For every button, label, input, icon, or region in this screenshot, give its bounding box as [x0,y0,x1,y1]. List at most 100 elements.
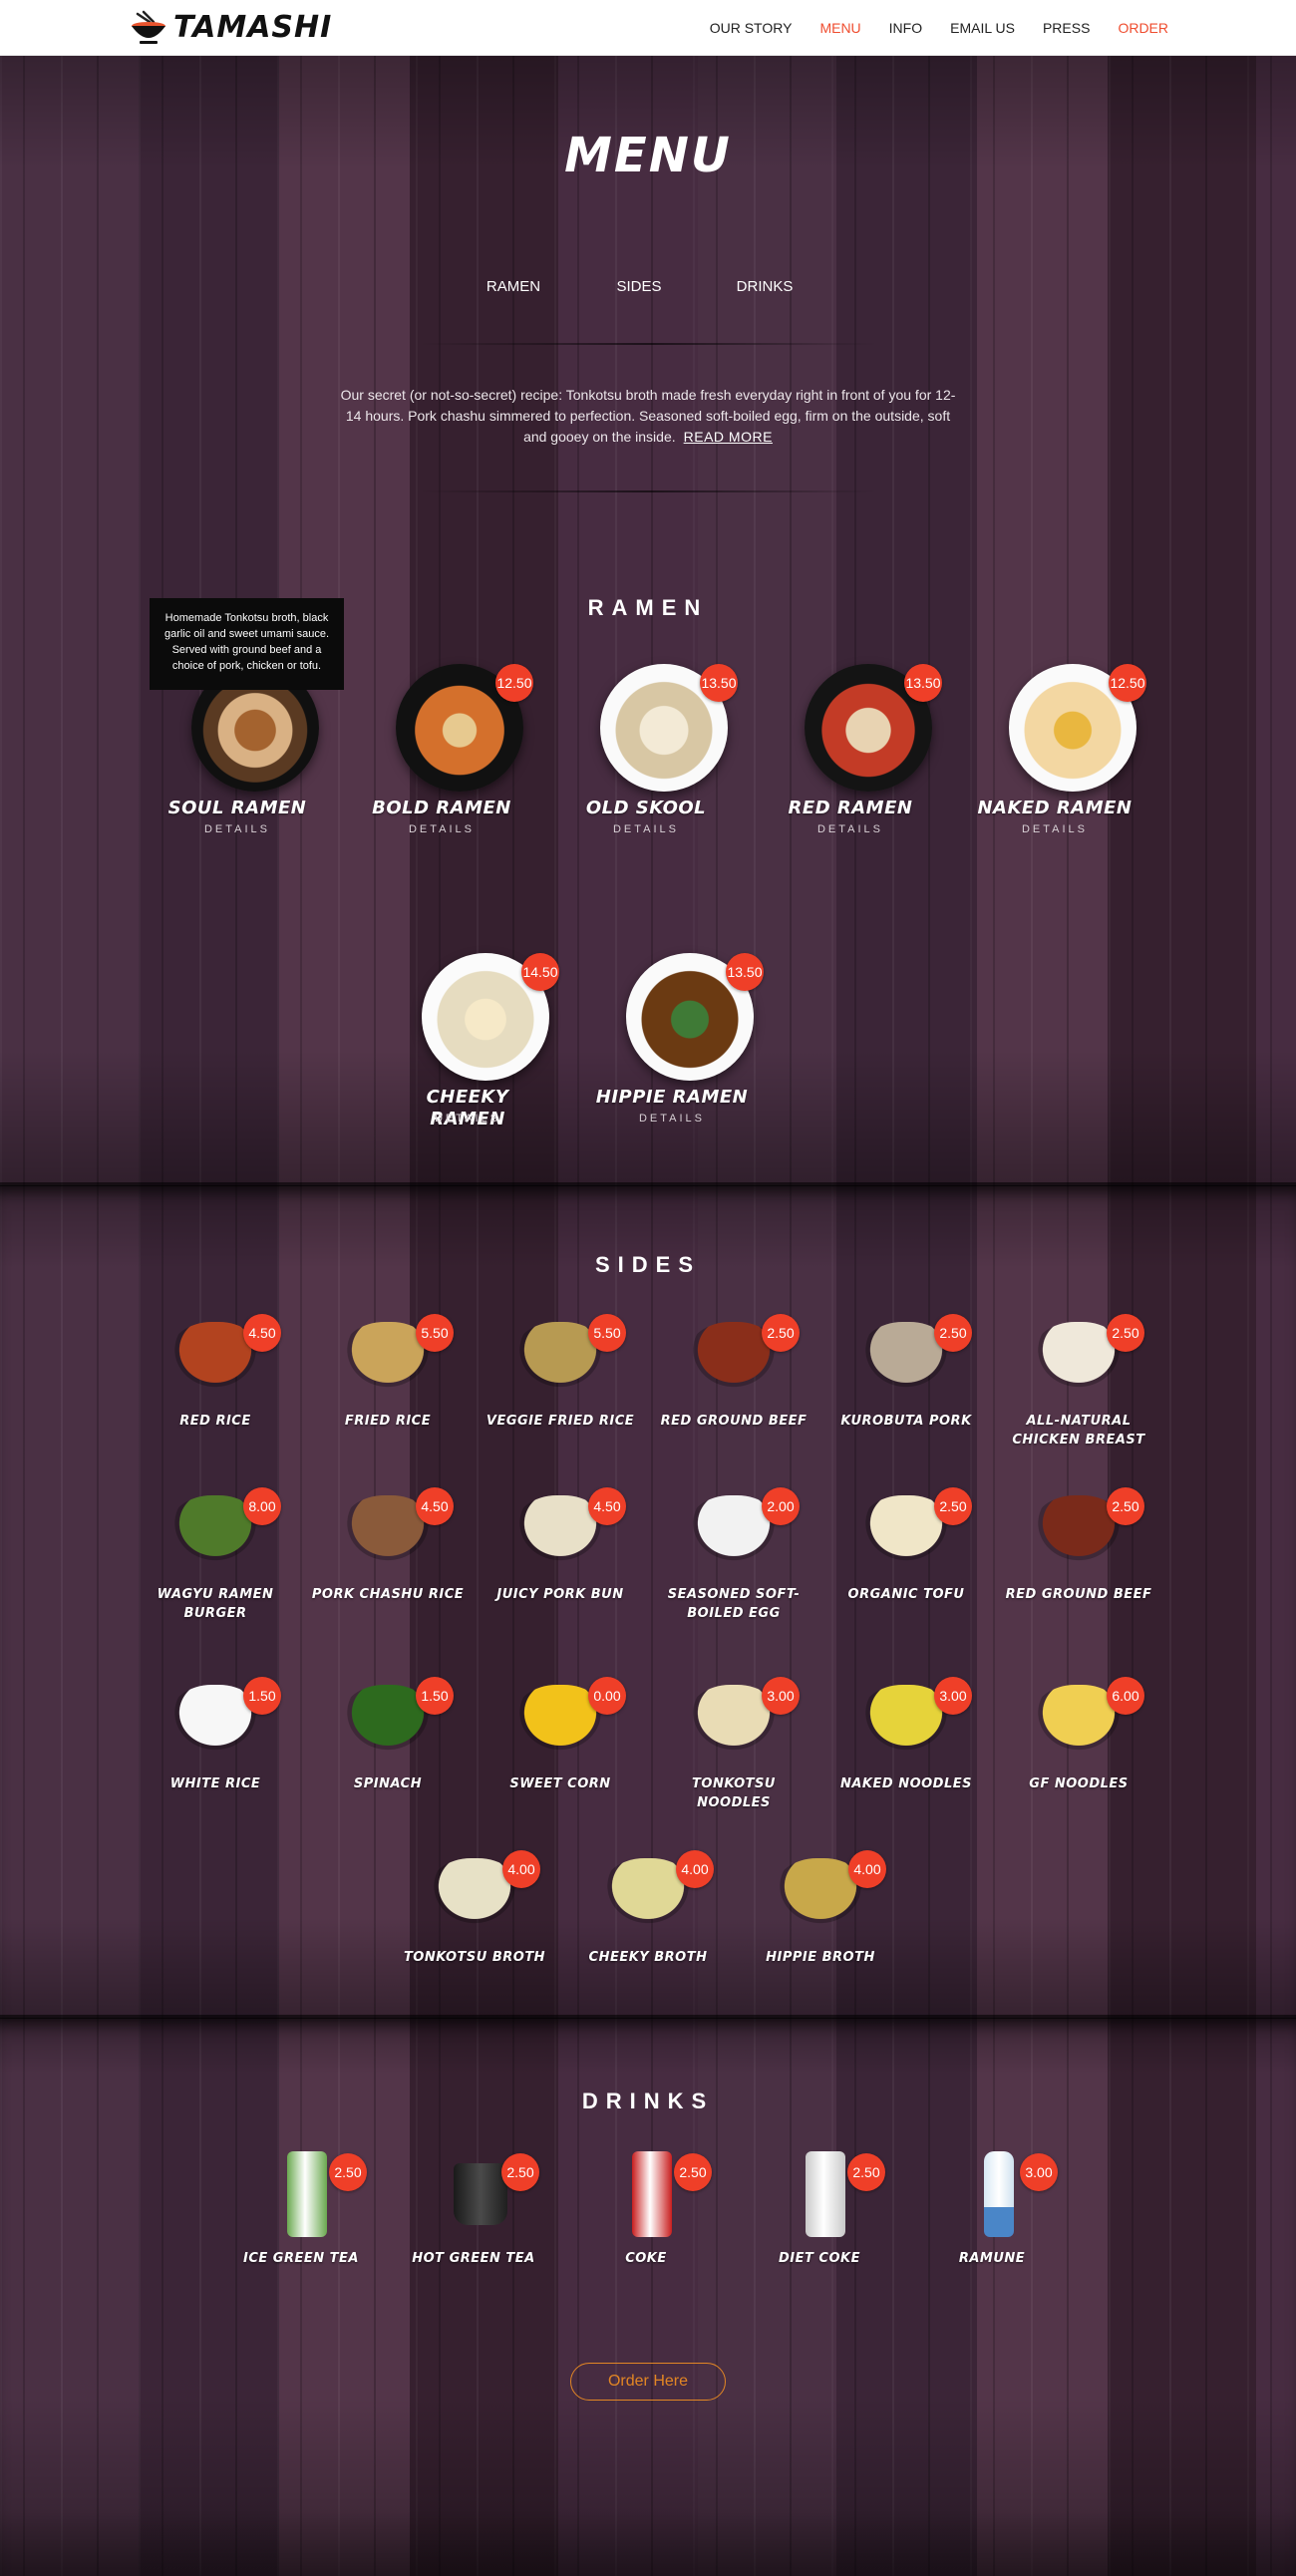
drink-image [984,2151,1014,2237]
nav-info[interactable]: INFO [889,19,922,37]
side-item-name: ALL-NATURAL CHICKEN BREAST [1012,1414,1145,1448]
side-item[interactable]: 3.00 TONKOTSU NOODLES [654,1677,813,1816]
section-divider [0,1182,1296,1186]
ramen-item[interactable]: 13.50 HIPPIE RAMEN DETAILS [596,953,764,1142]
nav-order[interactable]: ORDER [1118,19,1168,37]
side-item-name: VEGGIE FRIED RICE [486,1414,635,1429]
side-item-name: SWEET CORN [509,1776,611,1791]
order-here-button[interactable]: Order Here [570,2363,726,2401]
price-badge: 2.50 [674,2153,712,2191]
side-item[interactable]: 4.00 TONKOTSU BROTH [395,1850,554,1990]
nav-menu[interactable]: MENU [819,19,860,37]
side-item[interactable]: 6.00 GF NOODLES [999,1677,1158,1816]
side-item[interactable]: 3.00 NAKED NOODLES [826,1677,986,1816]
price-badge: 4.00 [848,1850,886,1888]
side-item[interactable]: 2.00 SEASONED SOFT-BOILED EGG [654,1487,813,1627]
details-link[interactable]: DETAILS [592,1113,752,1125]
price-badge: 12.50 [495,664,533,702]
price-badge: 8.00 [243,1487,281,1525]
price-badge: 2.50 [934,1487,972,1525]
ramen-item[interactable]: 13.50 RED RAMEN DETAILS [775,664,942,853]
drink-item-name: DIET COKE [779,2251,860,2266]
page-title: MENU [564,128,732,183]
drink-item[interactable]: 2.50 DIET COKE [740,2145,899,2275]
tab-label: RAMEN [486,278,541,295]
price-badge: 4.00 [676,1850,714,1888]
main-nav: OUR STORY MENU INFO EMAIL US PRESS ORDER [682,19,1168,37]
side-item-name: ORGANIC TOFU [847,1587,965,1602]
price-badge: 3.00 [762,1677,800,1715]
sides-section-title: SIDES [594,1252,702,1277]
ramen-item[interactable]: 13.50 OLD SKOOL DETAILS [570,664,738,853]
price-badge: 2.50 [934,1314,972,1352]
ramen-item[interactable]: 12.50 BOLD RAMEN DETAILS [366,664,533,853]
side-item[interactable]: 1.50 WHITE RICE [136,1677,295,1816]
drink-item-name: ICE GREEN TEA [243,2251,359,2266]
details-link[interactable]: DETAILS [388,1113,547,1125]
side-item[interactable]: 2.50 KUROBUTA PORK [826,1314,986,1453]
side-item[interactable]: 4.00 CHEEKY BROTH [568,1850,728,1990]
tab-drinks[interactable]: DRINKS [720,269,810,305]
price-badge: 0.00 [588,1677,626,1715]
side-item[interactable]: 2.50 ALL-NATURAL CHICKEN BREAST [999,1314,1158,1453]
side-item[interactable]: 5.50 VEGGIE FRIED RICE [481,1314,640,1453]
drink-item-name: RAMUNE [958,2251,1026,2266]
side-item-name: SPINACH [353,1776,423,1791]
details-link[interactable]: DETAILS [771,823,930,835]
ramen-item[interactable]: SOUL RAMEN DETAILS [162,664,321,853]
tab-label: DRINKS [736,278,794,295]
ramen-item-name: RED RAMEN [788,798,913,818]
price-badge: 2.50 [329,2153,367,2191]
side-item[interactable]: 4.50 JUICY PORK BUN [481,1487,640,1627]
nav-press[interactable]: PRESS [1043,19,1090,37]
price-badge: 2.50 [762,1314,800,1352]
side-item-name: WAGYU RAMEN BURGER [157,1587,274,1621]
tab-sides[interactable]: SIDES [594,269,684,305]
details-link[interactable]: DETAILS [566,823,726,835]
price-badge: 1.50 [243,1677,281,1715]
side-item-name: PORK CHASHU RICE [311,1587,465,1602]
divider [419,343,877,345]
price-badge: 2.50 [847,2153,885,2191]
ramen-item-name: OLD SKOOL [585,798,707,818]
price-badge: 4.50 [588,1487,626,1525]
side-item-name: TONKOTSU NOODLES [692,1776,776,1810]
details-link[interactable]: DETAILS [362,823,521,835]
side-item-name: TONKOTSU BROTH [403,1950,546,1965]
ramen-item[interactable]: 14.50 CHEEKY RAMEN DETAILS [392,953,559,1142]
menu-tabs: RAMEN SIDES DRINKS [469,269,827,305]
side-item[interactable]: 4.00 HIPPIE BROTH [741,1850,900,1990]
logo[interactable]: TAMASHI [130,10,339,46]
ramen-item-name: HIPPIE RAMEN [595,1087,749,1108]
side-item-name: GF NOODLES [1029,1776,1129,1791]
side-item[interactable]: 2.50 ORGANIC TOFU [826,1487,986,1627]
side-item[interactable]: 4.50 PORK CHASHU RICE [308,1487,468,1627]
side-item[interactable]: 1.50 SPINACH [308,1677,468,1816]
price-badge: 13.50 [726,953,764,991]
drink-item[interactable]: 2.50 ICE GREEN TEA [221,2145,381,2275]
price-badge: 4.50 [243,1314,281,1352]
price-badge: 2.50 [1107,1487,1144,1525]
side-item[interactable]: 0.00 SWEET CORN [481,1677,640,1816]
side-item[interactable]: 2.50 RED GROUND BEEF [999,1487,1158,1627]
side-item[interactable]: 5.50 FRIED RICE [308,1314,468,1453]
side-item-name: HIPPIE BROTH [766,1950,875,1965]
nav-our-story[interactable]: OUR STORY [710,19,793,37]
tab-ramen[interactable]: RAMEN [469,269,558,305]
ramen-item[interactable]: 12.50 NAKED RAMEN DETAILS [977,664,1146,853]
ramen-bowl-icon [132,10,165,44]
side-item-name: FRIED RICE [344,1414,432,1429]
details-link[interactable]: DETAILS [975,823,1134,835]
side-item[interactable]: 8.00 WAGYU RAMEN BURGER [136,1487,295,1627]
side-item[interactable]: 4.50 RED RICE [136,1314,295,1453]
drink-item[interactable]: 2.50 COKE [566,2145,726,2275]
logo-wordmark: TAMASHI [173,10,333,45]
drinks-section-title: DRINKS [581,2089,715,2113]
drink-item[interactable]: 2.50 HOT GREEN TEA [394,2145,553,2275]
details-link[interactable]: DETAILS [158,823,317,835]
read-more-link[interactable]: READ MORE [684,429,773,445]
nav-email-us[interactable]: EMAIL US [950,19,1015,37]
price-badge: 3.00 [1020,2153,1058,2191]
drink-item[interactable]: 3.00 RAMUNE [912,2145,1072,2275]
side-item[interactable]: 2.50 RED GROUND BEEF [654,1314,813,1453]
